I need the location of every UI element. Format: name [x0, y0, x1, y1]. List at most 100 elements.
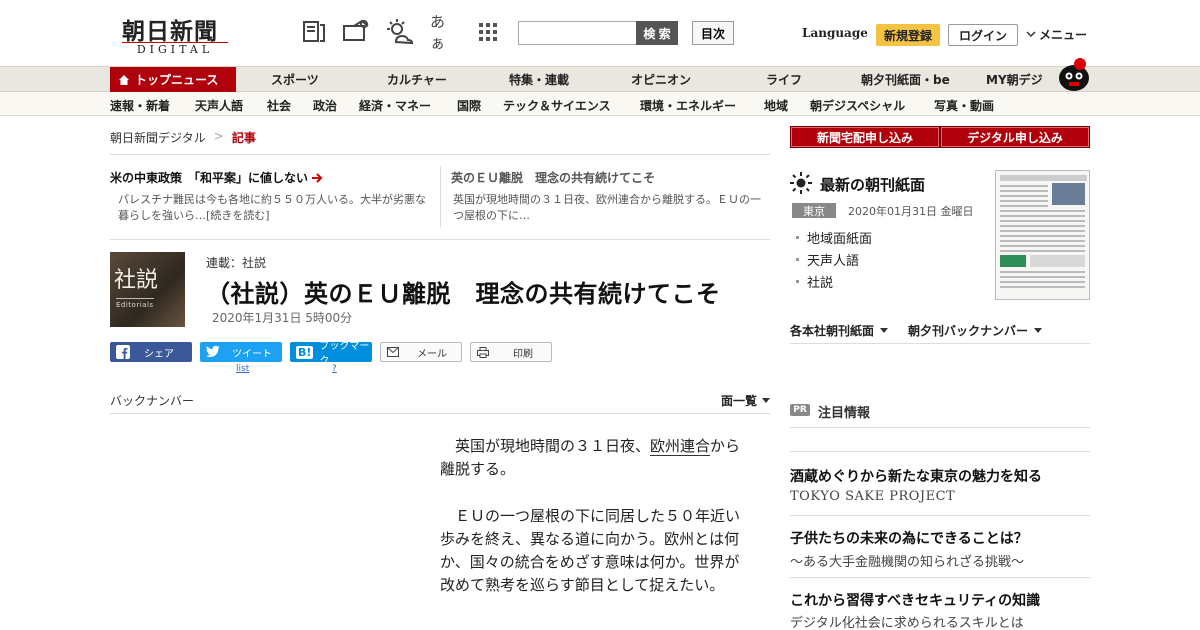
bullet	[796, 280, 799, 283]
nav2-photo-video[interactable]: 写真・動画	[934, 97, 994, 114]
bullet	[796, 258, 799, 261]
sun-icon	[790, 172, 812, 198]
primary-nav: トップニュース スポーツ カルチャー 特集・連載 オピニオン ライフ 朝夕刊紙面…	[0, 66, 1200, 92]
nav-my-asadigi[interactable]: MY朝デジ	[986, 67, 1043, 92]
chevron-down-icon	[1026, 30, 1036, 37]
nav2-environment[interactable]: 環境・エネルギー	[640, 97, 736, 114]
regional-paper-label: 各本社朝刊紙面	[790, 324, 875, 338]
regional-paper-dropdown[interactable]: 各本社朝刊紙面	[790, 322, 889, 339]
hatena-icon: B!	[296, 345, 314, 359]
twitter-icon	[206, 346, 220, 358]
apps-icon[interactable]	[474, 18, 502, 46]
breadcrumb-current: 記事	[231, 131, 256, 145]
paper-link-tenseijingo[interactable]: 天声人語	[796, 250, 859, 269]
caret-down-icon	[762, 397, 771, 403]
nav-top-news[interactable]: トップニュース	[110, 67, 236, 92]
logo-sub-text: DIGITAL	[122, 42, 228, 56]
related-article-2-title: 英のＥＵ離脱 理念の共有続けてこそ	[451, 171, 656, 185]
login-button[interactable]: ログイン	[948, 24, 1018, 46]
paper-link-local[interactable]: 地域面紙面	[796, 228, 872, 247]
breadcrumb-home[interactable]: 朝日新聞デジタル	[110, 129, 206, 146]
nav-opinion[interactable]: オピニオン	[631, 67, 691, 92]
nav-paper[interactable]: 朝夕刊紙面・be	[861, 67, 950, 92]
nav2-special[interactable]: 朝デジスペシャル	[810, 97, 905, 114]
related-article-2-text: 英国が現地時間の３１日夜、欧州連合から離脱する。ＥＵの一つ屋根の下に…	[453, 193, 761, 222]
nav-features[interactable]: 特集・連載	[509, 67, 569, 92]
nav2-economy[interactable]: 経済・マネー	[359, 97, 431, 114]
facebook-icon	[116, 345, 130, 359]
paper-backnumber-label: 朝夕刊バックナンバー	[908, 324, 1029, 338]
page-list-dropdown[interactable]: 面一覧	[721, 392, 771, 409]
nav2-international[interactable]: 国際	[457, 97, 481, 114]
news-icon[interactable]	[300, 18, 328, 46]
paper-date: 2020年01月31日 金曜日	[848, 205, 974, 218]
search-button[interactable]: 検 索	[636, 21, 678, 45]
nav2-tech[interactable]: テック＆サイエンス	[503, 97, 611, 114]
series-label[interactable]: 連載：社説	[206, 254, 266, 271]
pr-badge: PR	[790, 404, 810, 416]
pr-item-title[interactable]: これから習得すべきセキュリティの知識	[790, 590, 1040, 610]
mascot-icon	[1054, 56, 1092, 92]
logo[interactable]: 朝日新聞 DIGITAL	[118, 12, 233, 56]
article-headline: （社説）英のＥＵ離脱 理念の共有続けてこそ	[206, 280, 721, 308]
twitter-list-link[interactable]: list	[236, 364, 249, 374]
related-article-2[interactable]: 英のＥＵ離脱 理念の共有続けてこそ 英国が現地時間の３１日夜、欧州連合から離脱す…	[451, 169, 761, 224]
facebook-share-button[interactable]: シェア	[110, 342, 192, 362]
nav-life[interactable]: ライフ	[766, 67, 802, 92]
pr-section-title: 注目情報	[818, 406, 871, 421]
signup-button[interactable]: 新規登録	[876, 24, 940, 46]
paragraph-text: 英国が現地時間の３１日夜、	[455, 437, 651, 455]
nav2-region[interactable]: 地域	[764, 97, 788, 114]
toc-button[interactable]: 目次	[692, 21, 734, 45]
eu-keyword-link[interactable]: 欧州連合	[650, 437, 711, 456]
paper-backnumber-dropdown[interactable]: 朝夕刊バックナンバー	[908, 322, 1043, 339]
nav-culture[interactable]: カルチャー	[387, 67, 447, 92]
region-badge[interactable]: 東京	[792, 203, 836, 218]
paper-link-editorial[interactable]: 社説	[796, 272, 833, 291]
font-size-icon[interactable]: あぁ	[430, 13, 458, 52]
divider	[110, 154, 770, 155]
related-article-1[interactable]: 米の中東政策 「和平案」に値しない パレスチナ難民は今も各地に約５５０万人いる。…	[110, 169, 430, 224]
breadcrumb: 朝日新聞デジタル > 記事	[110, 129, 256, 146]
print-button[interactable]: 印刷	[470, 342, 552, 362]
newspaper-thumbnail[interactable]	[995, 170, 1090, 300]
mail-share-button[interactable]: メール	[380, 342, 462, 362]
home-icon	[119, 74, 129, 85]
ticket-icon[interactable]	[342, 18, 370, 46]
divider	[790, 577, 1090, 578]
nav2-politics[interactable]: 政治	[313, 97, 337, 114]
pr-item-title[interactable]: 子供たちの未来の為にできることは？	[790, 528, 1028, 548]
logo-main-text: 朝日新聞	[122, 18, 218, 45]
language-link[interactable]: Language	[802, 26, 868, 40]
divider	[110, 413, 770, 414]
mail-share-label: メール	[417, 348, 447, 360]
nav2-society[interactable]: 社会	[267, 97, 291, 114]
pr-item-sponsor: TOKYO SAKE PROJECT	[790, 489, 956, 504]
twitter-share-button[interactable]: ツイート	[200, 342, 282, 362]
hatena-count-link[interactable]: ?	[332, 364, 337, 374]
divider-vertical	[440, 166, 441, 228]
nav2-breaking[interactable]: 速報・新着	[110, 97, 170, 114]
nav-sports[interactable]: スポーツ	[271, 67, 319, 92]
paper-order-button[interactable]: 新聞宅配申し込み	[790, 126, 940, 148]
nav2-tenseijingo[interactable]: 天声人語	[195, 97, 243, 114]
article-paragraph: ＥＵの一つ屋根の下に同居した５０年近い歩みを終え、異なる道に向かう。欧州とは何か…	[440, 505, 750, 597]
twitter-share-label: ツイート	[232, 348, 272, 360]
backnumber-link[interactable]: バックナンバー	[110, 392, 194, 409]
paper-link-label: 社説	[807, 276, 834, 291]
print-icon	[477, 346, 489, 358]
thumbnail-title: 社説	[114, 268, 159, 293]
pr-item-sponsor: デジタル化社会に求められるスキルとは	[790, 616, 1024, 630]
paper-link-label: 地域面紙面	[807, 232, 873, 247]
latest-paper-title: 最新の朝刊紙面	[820, 176, 926, 194]
menu-button[interactable]: メニュー	[1026, 26, 1087, 43]
digital-order-button[interactable]: デジタル申し込み	[940, 126, 1090, 148]
bullet	[796, 236, 799, 239]
pr-item-sponsor: ～ある大手金融機関の知られざる挑戦～	[790, 555, 1025, 570]
search-input[interactable]	[518, 21, 638, 45]
pr-item-title[interactable]: 酒蔵めぐりから新たな東京の魅力を知る	[790, 466, 1042, 486]
arrow-right-icon	[312, 172, 323, 183]
weather-icon[interactable]	[386, 18, 414, 46]
page-list-label: 面一覧	[721, 394, 758, 408]
hatena-bookmark-button[interactable]: B! ブックマーク	[290, 341, 372, 367]
